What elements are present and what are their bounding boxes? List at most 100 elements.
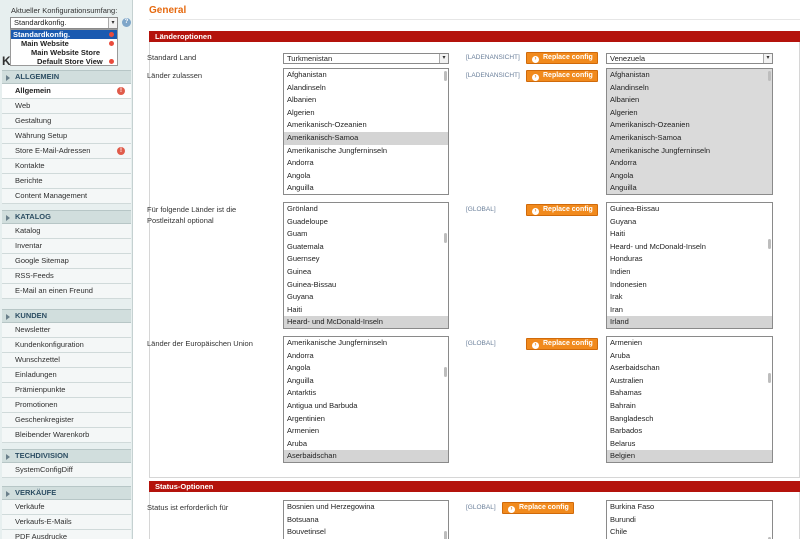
sidebar-section-katalog[interactable]: KATALOG (2, 210, 131, 224)
sidebar-item[interactable]: Content Management (2, 189, 131, 204)
country-option[interactable]: Aruba (284, 438, 448, 451)
sidebar-section-allgemein[interactable]: ALLGEMEIN (2, 70, 131, 84)
country-option[interactable]: Chile (607, 526, 772, 539)
country-option[interactable]: Honduras (607, 253, 772, 266)
country-option[interactable]: Amerikanisch-Samoa (284, 131, 448, 145)
country-option[interactable]: Amerikanisch-Ozeanien (284, 119, 448, 132)
scope-option[interactable]: Main Website Store (11, 48, 117, 57)
country-option[interactable]: Guadeloupe (284, 216, 448, 229)
sidebar-item[interactable]: Kontakte (2, 159, 131, 174)
sidebar-item[interactable]: Inventar (2, 239, 131, 254)
country-option[interactable]: Afghanistan (607, 69, 772, 82)
country-option[interactable]: Guinea-Bissau (607, 203, 772, 216)
country-option[interactable]: Bouvetinsel (284, 526, 448, 539)
scope-option[interactable]: Default Store View (11, 57, 117, 66)
country-option[interactable]: Belgien (607, 450, 772, 462)
country-option[interactable]: Andorra (607, 157, 772, 170)
country-option[interactable]: Alandinseln (284, 82, 448, 95)
country-option[interactable]: Anguilla (284, 182, 448, 194)
country-option[interactable]: Antigua und Barbuda (284, 400, 448, 413)
country-option[interactable]: Antarktis (284, 387, 448, 400)
sidebar-section-verkäufe[interactable]: VERKÄUFE (2, 486, 131, 500)
country-option[interactable]: Guyana (284, 291, 448, 304)
scrollbar[interactable] (768, 71, 771, 81)
sidebar-item[interactable]: Kundenkonfiguration (2, 338, 131, 353)
country-multiselect[interactable]: Bosnien und Herzegowina Botsuana Bouvetins… (283, 500, 449, 539)
country-option[interactable]: Grönland (284, 203, 448, 216)
sidebar-section-techdivision[interactable]: TECHDIVISION (2, 449, 131, 463)
scrollbar[interactable] (444, 233, 447, 243)
replace-config-button[interactable]: › Replace config (526, 204, 598, 216)
country-multiselect-reference[interactable]: Burkina Faso Burundi Chile (606, 500, 773, 539)
sidebar-item[interactable]: E-Mail an einen Freund (2, 284, 131, 299)
country-option[interactable]: Bangladesch (607, 413, 772, 426)
country-option[interactable]: Iran (607, 304, 772, 317)
sidebar-item[interactable]: Newsletter (2, 323, 131, 338)
scrollbar[interactable] (444, 531, 447, 539)
country-option[interactable]: Irak (607, 291, 772, 304)
country-option[interactable]: Indien (607, 266, 772, 279)
country-option[interactable]: Heard- und McDonald-Inseln (607, 241, 772, 254)
scope-option[interactable]: Standardkonfig. (11, 30, 117, 39)
country-option[interactable]: Algerien (607, 107, 772, 120)
country-option[interactable]: Andorra (284, 157, 448, 170)
country-option[interactable]: Angola (284, 170, 448, 183)
country-option[interactable]: Alandinseln (607, 82, 772, 95)
sidebar-item[interactable]: Verkäufe (2, 500, 131, 515)
country-option[interactable]: Guinea-Bissau (284, 279, 448, 292)
sidebar-item[interactable]: Promotionen (2, 398, 131, 413)
country-option[interactable]: Bahamas (607, 387, 772, 400)
sidebar-item[interactable]: Verkaufs-E-Mails (2, 515, 131, 530)
country-option[interactable]: Anguilla (607, 182, 772, 194)
country-option[interactable]: Bosnien und Herzegowina (284, 501, 448, 514)
sidebar-item[interactable]: Bleibender Warenkorb (2, 428, 131, 443)
sidebar-item[interactable]: Prämienpunkte (2, 383, 131, 398)
sidebar-section-kunden[interactable]: KUNDEN (2, 309, 131, 323)
country-option[interactable]: Aruba (607, 350, 772, 363)
country-option[interactable]: Armenien (607, 337, 772, 350)
replace-config-button[interactable]: › Replace config (502, 502, 574, 514)
country-option[interactable]: Amerikanische Jungferninseln (284, 337, 448, 350)
country-multiselect-reference[interactable]: Guinea-Bissau Guyana Haiti Heard- und McDon… (606, 202, 773, 329)
country-option[interactable]: Angola (607, 170, 772, 183)
country-multiselect[interactable]: Grönland Guadeloupe Guam Guatemala Guernsey G… (283, 202, 449, 329)
sidebar-item[interactable]: Allgemein! (2, 84, 131, 99)
country-option[interactable]: Guernsey (284, 253, 448, 266)
scope-option[interactable]: Main Website (11, 39, 117, 48)
country-option[interactable]: Botsuana (284, 514, 448, 527)
country-option[interactable]: Angola (284, 362, 448, 375)
country-option[interactable]: Burkina Faso (607, 501, 772, 514)
replace-config-button[interactable]: › Replace config (526, 70, 598, 82)
sidebar-item[interactable]: Katalog (2, 224, 131, 239)
scrollbar[interactable] (444, 367, 447, 377)
sidebar-item[interactable]: PDF Ausdrucke (2, 530, 131, 539)
country-option[interactable]: Haiti (284, 304, 448, 317)
country-option[interactable]: Aserbaidschan (284, 450, 448, 462)
sidebar-item[interactable]: Google Sitemap (2, 254, 131, 269)
country-option[interactable]: Irland (607, 316, 772, 328)
sidebar-item[interactable]: Währung Setup (2, 129, 131, 144)
country-option[interactable]: Aserbaidschan (607, 362, 772, 375)
sidebar-item[interactable]: SystemConfigDiff (2, 463, 131, 478)
country-option[interactable]: Andorra (284, 350, 448, 363)
country-option[interactable]: Australien (607, 375, 772, 388)
country-option[interactable]: Guam (284, 228, 448, 241)
country-option[interactable]: Armenien (284, 425, 448, 438)
scrollbar[interactable] (768, 239, 771, 249)
country-multiselect-reference[interactable]: Afghanistan Alandinseln Albanien Algerien Am… (606, 68, 773, 195)
country-option[interactable]: Bahrain (607, 400, 772, 413)
country-option[interactable]: Anguilla (284, 375, 448, 388)
sidebar-item[interactable]: Web (2, 99, 131, 114)
country-option[interactable]: Guinea (284, 266, 448, 279)
scrollbar[interactable] (768, 373, 771, 383)
scope-select[interactable]: Standardkonfig. ▾ (10, 17, 118, 29)
country-multiselect[interactable]: Amerikanische Jungferninseln Andorra Angol… (283, 336, 449, 463)
country-option[interactable]: Argentinien (284, 413, 448, 426)
country-option[interactable]: Amerikanische Jungferninseln (284, 145, 448, 158)
sidebar-item[interactable]: Geschenkregister (2, 413, 131, 428)
sidebar-item[interactable]: Wunschzettel (2, 353, 131, 368)
country-option[interactable]: Burundi (607, 514, 772, 527)
country-select[interactable]: Turkmenistan ▾ (283, 53, 449, 64)
country-option[interactable]: Albanien (284, 94, 448, 107)
country-select-reference[interactable]: Venezuela ▾ (606, 53, 773, 64)
